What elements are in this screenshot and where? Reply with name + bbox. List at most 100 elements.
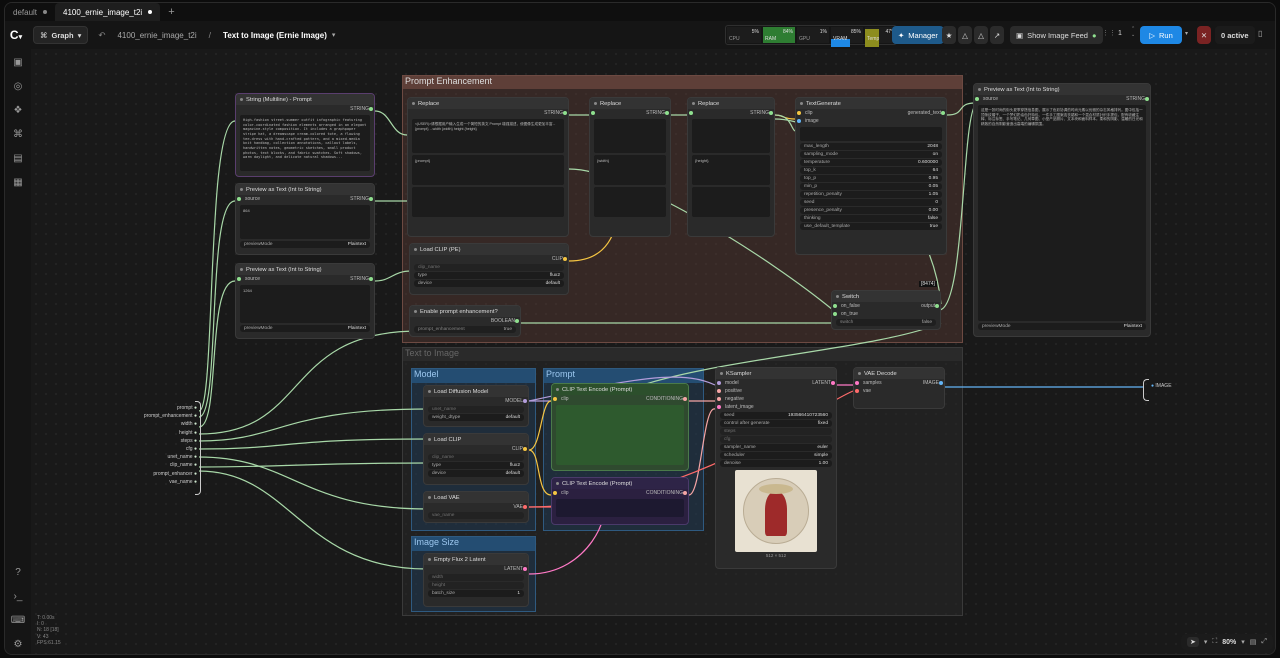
replace-textarea[interactable]: [412, 187, 564, 217]
node-title[interactable]: Replace: [688, 98, 774, 109]
widget-value[interactable]: 0.05: [929, 184, 938, 189]
widget-value[interactable]: simple: [814, 453, 828, 458]
node-title[interactable]: Load Diffusion Model: [424, 386, 528, 397]
minimap-icon[interactable]: ▤: [1250, 638, 1257, 646]
prompt-textarea[interactable]: High-fashion street-summer outfit infogr…: [240, 115, 370, 171]
widget-value[interactable]: 1: [517, 591, 520, 596]
node-replace-height[interactable]: Replace STRING {height}: [687, 97, 775, 237]
prompt-input-textarea[interactable]: [800, 127, 942, 141]
output-slot[interactable]: [369, 197, 373, 201]
ksampler-widget[interactable]: steps: [720, 428, 832, 435]
subgraph-input-vae-name[interactable]: vae_name ●: [169, 479, 197, 485]
input-slot[interactable]: [237, 277, 241, 281]
output-slot[interactable]: [935, 304, 939, 308]
input-slot[interactable]: [553, 397, 557, 401]
output-slot[interactable]: [369, 107, 373, 111]
node-replace-width[interactable]: Replace STRING {width}: [589, 97, 671, 237]
output-slot[interactable]: [369, 277, 373, 281]
links-toggle-icon[interactable]: ⤢: [1261, 638, 1267, 646]
node-load-diffusion-model[interactable]: Load Diffusion Model MODEL unet_name wei…: [423, 385, 529, 427]
widget-value[interactable]: default: [506, 471, 520, 476]
models-icon[interactable]: ◎: [11, 79, 25, 93]
terminal-icon[interactable]: ›_: [11, 589, 25, 603]
generated-image-preview[interactable]: [735, 470, 817, 552]
node-title[interactable]: Preview as Text (Int to String): [974, 84, 1150, 95]
settings-gear-icon[interactable]: ⚙: [11, 637, 25, 651]
widget-value[interactable]: 193566410723560: [788, 413, 828, 418]
ksampler-widget[interactable]: scheduler simple: [720, 452, 832, 459]
output-slot[interactable]: [523, 399, 527, 403]
star-button[interactable]: ★: [942, 26, 956, 44]
subgraph-input-unet-name[interactable]: unet_name ●: [168, 454, 197, 460]
widget-value[interactable]: Plaintext: [348, 326, 366, 331]
share-button[interactable]: ↗: [990, 26, 1004, 44]
input-slot[interactable]: [975, 97, 979, 101]
node-title[interactable]: Preview as Text (Int to String): [236, 184, 374, 195]
node-title[interactable]: Enable prompt enhancement?: [410, 306, 520, 317]
textgen-widget[interactable]: repetition_penalty 1.05: [800, 191, 942, 198]
output-slot[interactable]: [1145, 97, 1149, 101]
queue-count-input[interactable]: 1: [1118, 30, 1122, 37]
cancel-button[interactable]: ✕: [1197, 26, 1211, 44]
textgen-widget[interactable]: top_k 64: [800, 167, 942, 174]
node-load-vae[interactable]: Load VAE VAE vae_name: [423, 491, 529, 523]
node-title[interactable]: String (Multiline) - Prompt: [236, 94, 374, 105]
widget-value[interactable]: 1.00: [819, 461, 828, 466]
widget-value[interactable]: 0.600000: [918, 160, 938, 165]
template-textarea[interactable]: <|USER|>请根据用户输入生成一个简短的英文 Prompt 增强描述，使图像…: [412, 119, 564, 153]
find-textarea[interactable]: {width}: [594, 155, 666, 185]
input-slot[interactable]: [855, 381, 859, 385]
widget-value[interactable]: Plaintext: [1124, 324, 1142, 329]
tool-button-1[interactable]: △: [958, 26, 972, 44]
nodes-icon[interactable]: ❖: [11, 103, 25, 117]
back-icon[interactable]: ↶: [98, 30, 105, 41]
breadcrumb-subgraph[interactable]: Text to Image (Ernie Image): [223, 31, 327, 40]
chevron-down-icon[interactable]: ▾: [1241, 638, 1245, 646]
output-slot[interactable]: [523, 567, 527, 571]
ksampler-widget[interactable]: control after generate fixed: [720, 420, 832, 427]
output-slot[interactable]: [523, 505, 527, 509]
node-ksampler[interactable]: KSampler model LATENT positive negative late…: [715, 367, 837, 569]
textgen-widget[interactable]: use_default_template true: [800, 223, 942, 230]
output-slot[interactable]: [665, 111, 669, 115]
output-slot[interactable]: [683, 397, 687, 401]
subgraph-input-prompt-enhancement[interactable]: prompt_enhancement ●: [144, 413, 197, 419]
output-slot[interactable]: [683, 491, 687, 495]
widget-value[interactable]: 0.95: [929, 176, 938, 181]
node-title[interactable]: Load CLIP (PE): [410, 244, 568, 255]
node-enable-prompt-enhancement[interactable]: Enable prompt enhancement? BOOLEAN promp…: [409, 305, 521, 337]
output-slot[interactable]: [941, 111, 945, 115]
node-load-clip-pe[interactable]: Load CLIP (PE) CLIP clip_name type flux2 …: [409, 243, 569, 295]
widget-value[interactable]: on: [933, 152, 938, 157]
widget-value[interactable]: Plaintext: [348, 242, 366, 247]
node-title[interactable]: VAE Decode: [854, 368, 944, 379]
textgen-widget[interactable]: temperature 0.600000: [800, 159, 942, 166]
input-slot[interactable]: [689, 111, 693, 115]
node-string-multiline-prompt[interactable]: String (Multiline) - Prompt STRING High-…: [235, 93, 375, 177]
widget-value[interactable]: 64: [933, 168, 938, 173]
textgen-widget[interactable]: presence_penalty 0.00: [800, 207, 942, 214]
node-preview-enhanced-prompt[interactable]: Preview as Text (Int to String) source ST…: [973, 83, 1151, 337]
subgraph-input-prompt[interactable]: prompt ●: [177, 405, 197, 411]
output-slot[interactable]: [831, 381, 835, 385]
pointer-tool-icon[interactable]: ➤: [1186, 637, 1199, 647]
widget-value[interactable]: euler: [817, 445, 828, 450]
graph-mode-button[interactable]: ⌘ Graph ▾: [33, 26, 89, 44]
node-title[interactable]: CLIP Text Encode (Prompt): [552, 384, 688, 395]
input-slot[interactable]: [237, 197, 241, 201]
input-slot[interactable]: [855, 389, 859, 393]
node-empty-flux2-latent[interactable]: Empty Flux 2 Latent LATENT width height …: [423, 553, 529, 607]
input-slot[interactable]: [591, 111, 595, 115]
tab-default[interactable]: default: [5, 3, 55, 21]
widget-value[interactable]: default: [546, 281, 560, 286]
tab-workflow[interactable]: 4100_ernie_image_t2i: [55, 3, 161, 21]
source-textarea[interactable]: [692, 119, 770, 153]
input-slot[interactable]: [717, 397, 721, 401]
widget-value[interactable]: true: [930, 224, 938, 229]
node-preview-height[interactable]: Preview as Text (Int to String) source ST…: [235, 263, 375, 339]
textgen-widget[interactable]: seed 0: [800, 199, 942, 206]
input-slot[interactable]: [797, 111, 801, 115]
workflows-icon[interactable]: ⌘: [11, 127, 25, 141]
ksampler-widget[interactable]: seed 193566410723560: [720, 412, 832, 419]
widget-value[interactable]: false: [922, 320, 932, 325]
